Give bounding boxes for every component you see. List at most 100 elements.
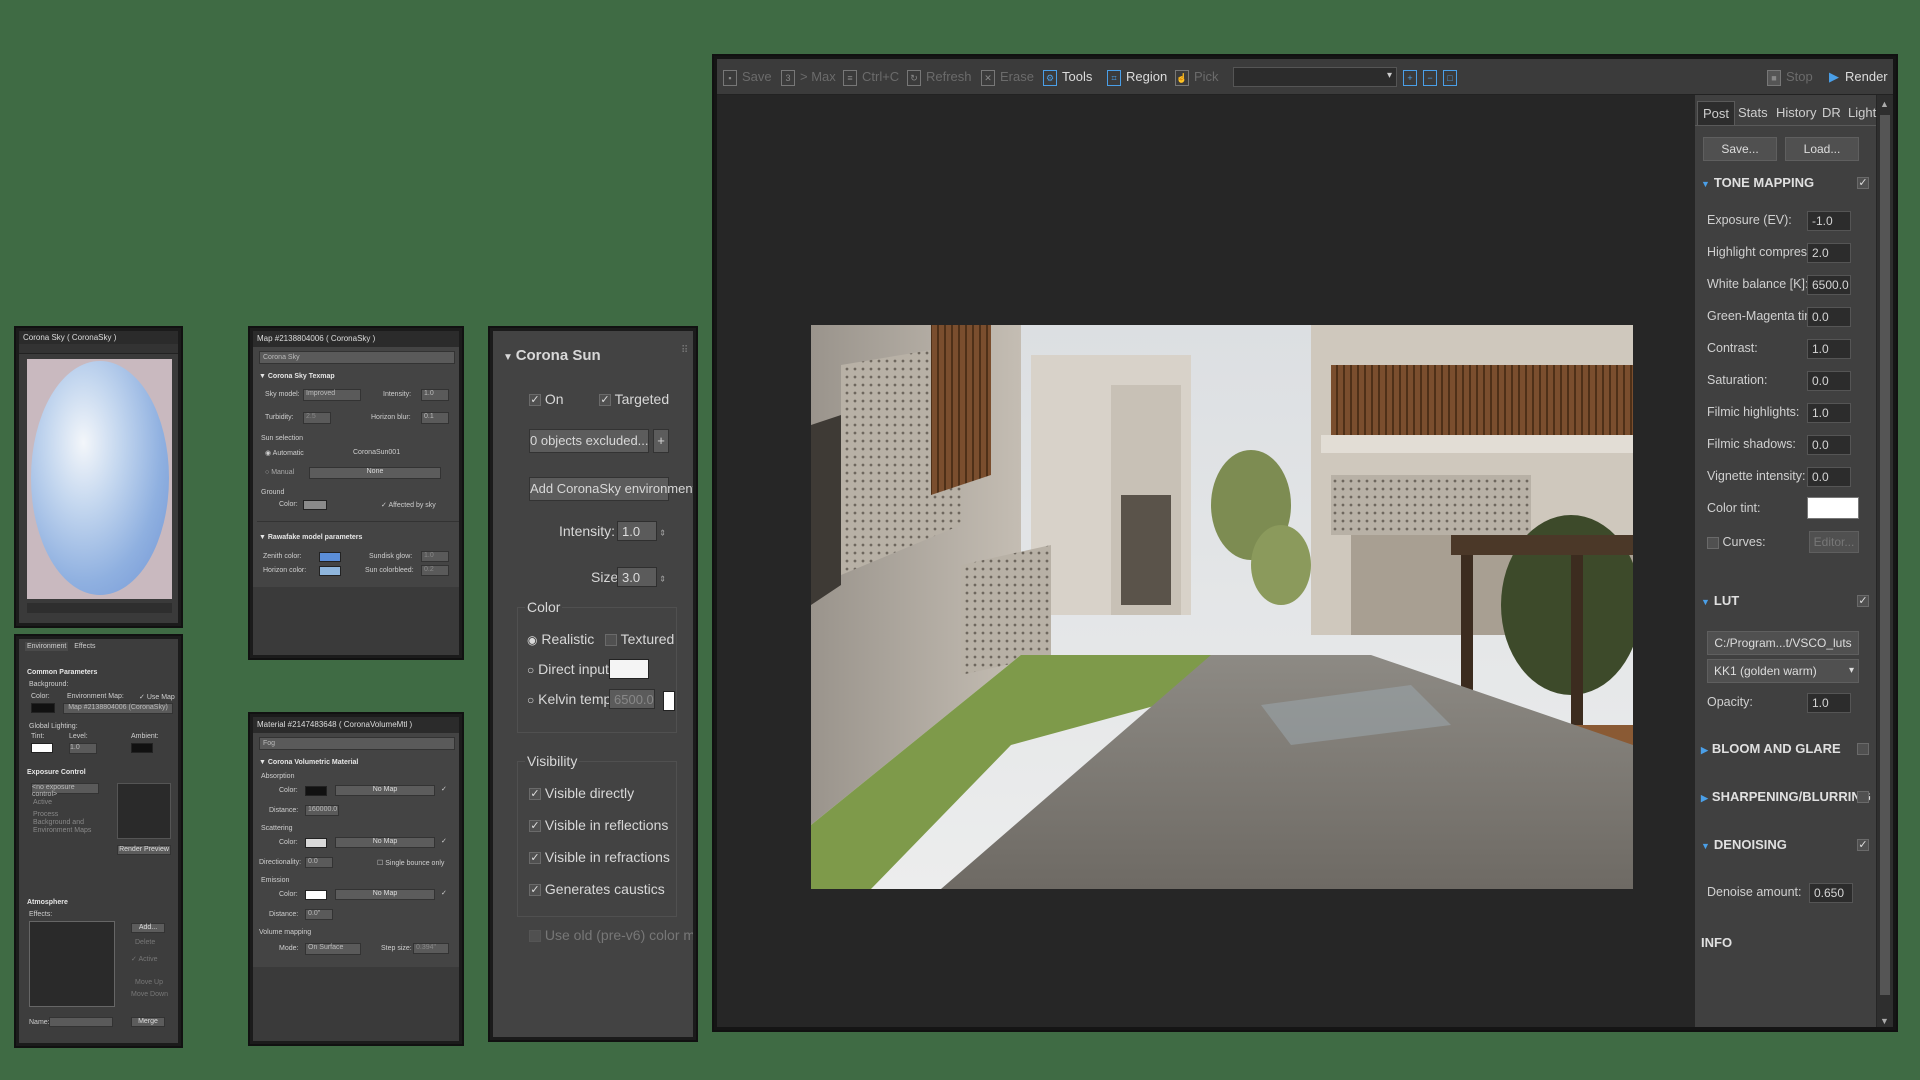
process-bg-check[interactable]: Process Background and Environment Maps: [33, 811, 97, 835]
post-load-button[interactable]: Load...: [1785, 137, 1859, 161]
env-map-button[interactable]: Map #2138804006 (CoronaSky): [63, 703, 173, 714]
use-old-color-mode-check[interactable]: Use old (pre-v6) color mode: [529, 927, 693, 943]
use-map-check[interactable]: ✓ Use Map: [139, 693, 175, 701]
rawafake-header[interactable]: ▼ Rawafake model parameters: [259, 534, 362, 541]
abs-map-check[interactable]: ✓: [441, 785, 447, 793]
move-down-button[interactable]: Move Down: [131, 991, 168, 998]
kelvin-radio[interactable]: ○ Kelvin temp: [527, 691, 611, 707]
common-params-header[interactable]: Common Parameters: [27, 669, 97, 676]
realistic-radio[interactable]: ◉ Realistic: [527, 631, 594, 647]
sun-rollout-header[interactable]: ▼ Corona Sun: [503, 347, 601, 364]
turbidity-spinner[interactable]: 2.5: [303, 412, 331, 424]
render-button[interactable]: ▶ Render: [1829, 67, 1888, 87]
sidebar-scrollbar[interactable]: ▲ ▼: [1877, 95, 1893, 1027]
tab-stats[interactable]: Stats: [1733, 101, 1773, 125]
contrast-spinner[interactable]: 1.0: [1807, 339, 1851, 359]
bg-color-swatch[interactable]: [31, 703, 55, 713]
pick-button[interactable]: ☝ Pick: [1175, 67, 1219, 87]
lut-path-button[interactable]: C:/Program...t/VSCO_luts: [1707, 631, 1859, 655]
em-distance-spinner[interactable]: 0.0": [305, 909, 333, 920]
white-balance-spinner[interactable]: 6500.0: [1807, 275, 1851, 295]
kelvin-color-swatch[interactable]: [663, 691, 675, 711]
curves-editor-button[interactable]: Editor...: [1809, 531, 1859, 553]
directionality-spinner[interactable]: 0.0: [305, 857, 333, 868]
scrollbar-thumb[interactable]: [1880, 115, 1890, 995]
generates-caustics-check[interactable]: ✓ Generates caustics: [529, 881, 665, 897]
sky-intensity-spinner[interactable]: 1.0: [421, 389, 449, 401]
active-effect-check[interactable]: ✓ Active: [131, 955, 158, 963]
atmosphere-header[interactable]: Atmosphere: [27, 899, 68, 906]
sharpen-blur-header[interactable]: ▶ SHARPENING/BLURRING: [1701, 789, 1871, 804]
tab-history[interactable]: History: [1771, 101, 1821, 125]
lut-header[interactable]: ▼ LUT: [1701, 593, 1739, 608]
tab-post[interactable]: Post: [1697, 101, 1736, 125]
lut-enable-check[interactable]: ✓: [1857, 595, 1869, 607]
active-check[interactable]: Active: [33, 799, 52, 806]
delete-effect-button[interactable]: Delete: [135, 939, 155, 946]
automatic-radio[interactable]: ◉ Automatic: [265, 449, 304, 457]
render-viewport[interactable]: [725, 99, 1693, 1027]
horizon-swatch[interactable]: [319, 566, 341, 576]
copy-button[interactable]: ≡ Ctrl+C: [843, 67, 899, 87]
effects-list[interactable]: [29, 921, 115, 1007]
refresh-button[interactable]: ↻ Refresh: [907, 67, 972, 87]
abs-color-swatch[interactable]: [305, 786, 327, 796]
bloom-enable-check[interactable]: [1857, 743, 1869, 755]
merge-button[interactable]: Merge: [131, 1017, 165, 1027]
exposure-control-header[interactable]: Exposure Control: [27, 769, 86, 776]
post-save-button[interactable]: Save...: [1703, 137, 1777, 161]
lut-opacity-spinner[interactable]: 1.0: [1807, 693, 1851, 713]
level-spinner[interactable]: 1.0: [69, 743, 97, 754]
color-tint-swatch[interactable]: [1807, 497, 1859, 519]
bloom-glare-header[interactable]: ▶ BLOOM AND GLARE: [1701, 741, 1841, 756]
em-color-swatch[interactable]: [305, 890, 327, 900]
sun-on-check[interactable]: ✓ On: [529, 391, 564, 407]
scat-map-button[interactable]: No Map: [335, 837, 435, 848]
visible-directly-check[interactable]: ✓ Visible directly: [529, 785, 634, 801]
sun-targeted-check[interactable]: ✓ Targeted: [599, 391, 669, 407]
tab-effects[interactable]: Effects: [74, 643, 95, 650]
render-preview-button[interactable]: Render Preview: [117, 845, 171, 855]
horizon-blur-spinner[interactable]: 0.1: [421, 412, 449, 424]
direct-input-swatch[interactable]: [609, 659, 649, 679]
single-bounce-check[interactable]: ☐ Single bounce only: [377, 859, 444, 867]
scroll-down-icon[interactable]: ▼: [1880, 1016, 1889, 1026]
vol-mat-name-field[interactable]: Fog: [259, 737, 455, 750]
region-button[interactable]: ⌗ Region: [1107, 67, 1167, 87]
effect-name-field[interactable]: [49, 1017, 113, 1027]
scat-color-swatch[interactable]: [305, 838, 327, 848]
lut-dropdown[interactable]: KK1 (golden warm) ▾: [1707, 659, 1859, 683]
affected-by-sky-check[interactable]: ✓ Affected by sky: [381, 501, 436, 509]
sun-intensity-spinner[interactable]: ⇕: [617, 521, 666, 541]
denoising-header[interactable]: ▼ DENOISING: [1701, 837, 1787, 852]
manual-sun-button[interactable]: None: [309, 467, 441, 479]
highlight-compress-spinner[interactable]: 2.0: [1807, 243, 1851, 263]
denoising-enable-check[interactable]: ✓: [1857, 839, 1869, 851]
manual-radio[interactable]: ○ Manual: [265, 469, 294, 476]
add-effect-button[interactable]: Add...: [131, 923, 165, 933]
zenith-swatch[interactable]: [319, 552, 341, 562]
vignette-spinner[interactable]: 0.0: [1807, 467, 1851, 487]
ground-color-swatch[interactable]: [303, 500, 327, 510]
add-coronasky-button[interactable]: Add CoronaSky environment: [529, 477, 693, 501]
tools-button[interactable]: ⚙ Tools: [1043, 67, 1092, 87]
textured-check[interactable]: Textured: [605, 631, 674, 647]
tone-mapping-enable-check[interactable]: ✓: [1857, 177, 1869, 189]
ambient-swatch[interactable]: [131, 743, 153, 753]
add-exclude-button[interactable]: +: [653, 429, 669, 453]
filmic-highlights-spinner[interactable]: 1.0: [1807, 403, 1851, 423]
exposure-spinner[interactable]: -1.0: [1807, 211, 1851, 231]
kelvin-spinner[interactable]: [609, 689, 655, 709]
to-max-button[interactable]: 3 > Max: [781, 67, 836, 87]
visible-reflections-check[interactable]: ✓ Visible in reflections: [529, 817, 668, 833]
exposure-dropdown[interactable]: <no exposure control>: [31, 783, 99, 798]
move-up-button[interactable]: Move Up: [135, 979, 163, 986]
abs-map-button[interactable]: No Map: [335, 785, 435, 796]
em-map-check[interactable]: ✓: [441, 889, 447, 897]
visible-refractions-check[interactable]: ✓ Visible in refractions: [529, 849, 670, 865]
erase-button[interactable]: ✕ Erase: [981, 67, 1034, 87]
curves-check[interactable]: Curves:: [1707, 535, 1766, 549]
sundisk-glow-spinner[interactable]: 1.0: [421, 551, 449, 562]
em-map-button[interactable]: No Map: [335, 889, 435, 900]
sun-colorbleed-spinner[interactable]: 0.2: [421, 565, 449, 576]
